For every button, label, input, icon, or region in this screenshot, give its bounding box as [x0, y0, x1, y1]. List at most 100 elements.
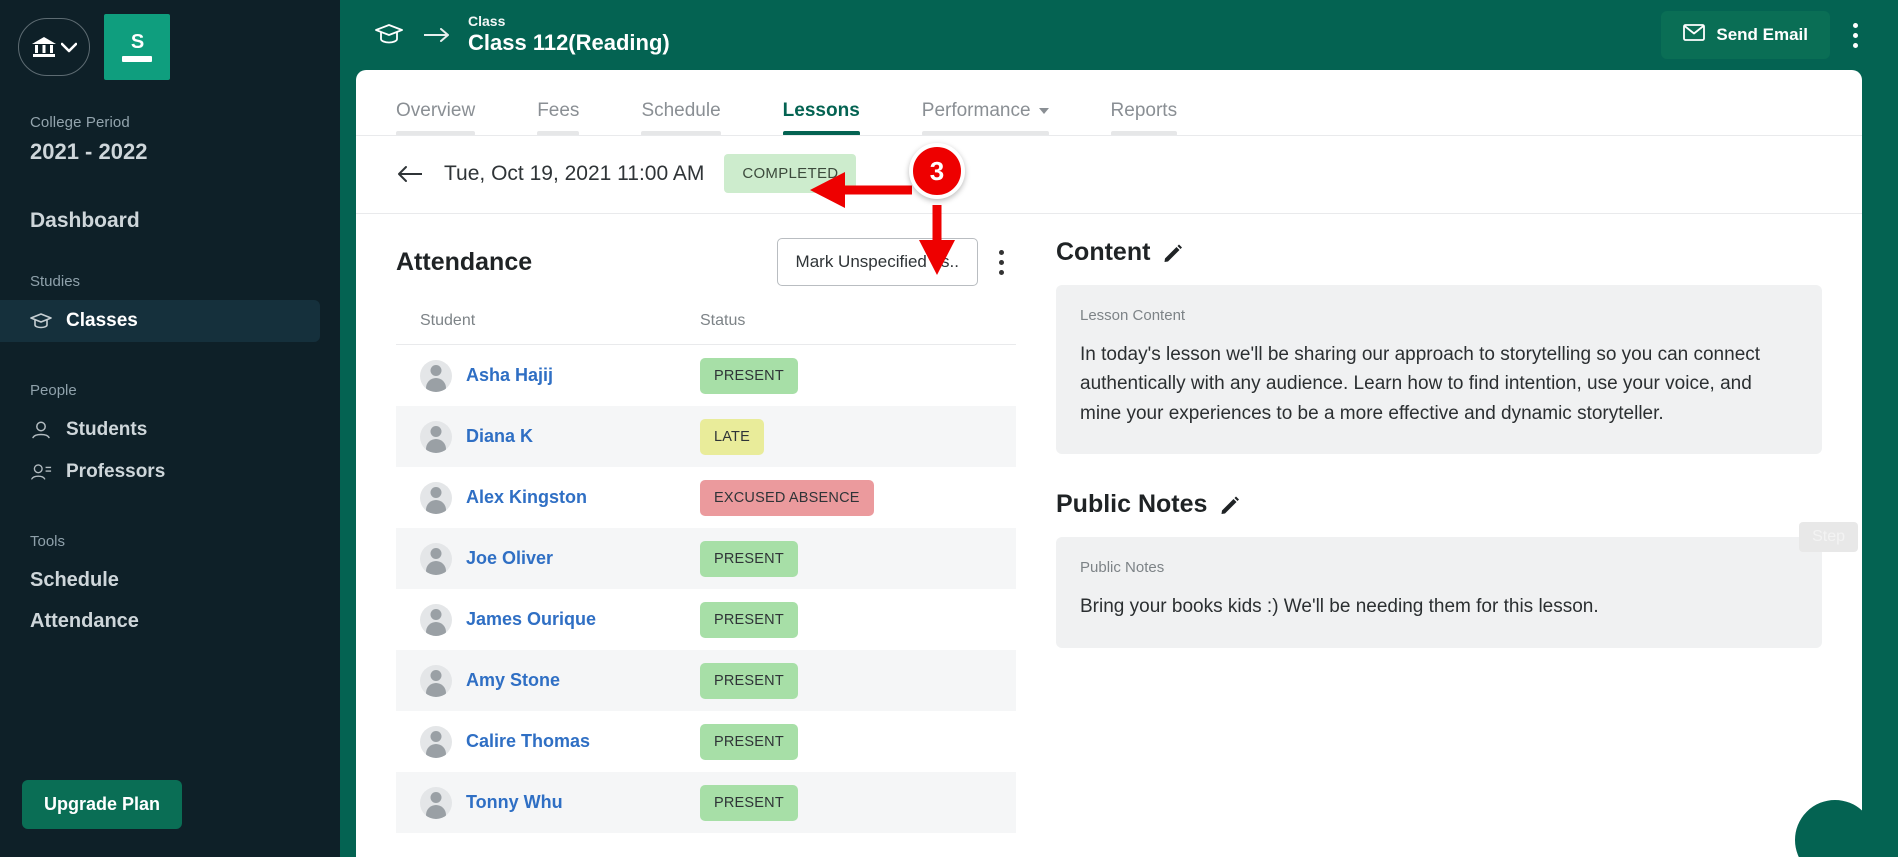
student-name-link[interactable]: Joe Oliver — [466, 548, 553, 569]
sidebar-item-label: Students — [66, 419, 148, 440]
table-row[interactable]: Diana K LATE — [396, 406, 1016, 467]
kebab-dot — [1852, 42, 1858, 48]
app-logo[interactable]: S — [104, 14, 170, 80]
sidebar-item-classes[interactable]: Classes — [0, 300, 320, 342]
table-row[interactable]: James Ourique PRESENT — [396, 589, 1016, 650]
tab-reports[interactable]: Reports — [1110, 100, 1178, 136]
public-notes-label: Public Notes — [1080, 559, 1165, 577]
header-actions: Send Email — [1661, 11, 1870, 59]
table-row[interactable]: Tonny Whu PRESENT — [396, 772, 1016, 833]
app-logo-bar — [122, 56, 152, 62]
notes-title-text: Public Notes — [1056, 490, 1208, 519]
sidebar-item-schedule[interactable]: Schedule — [0, 560, 340, 601]
status-badge[interactable]: PRESENT — [700, 723, 798, 760]
status-badge[interactable]: PRESENT — [700, 784, 798, 821]
table-row[interactable]: Asha Hajij PRESENT — [396, 345, 1016, 406]
avatar — [420, 359, 452, 392]
lesson-header-bar: Tue, Oct 19, 2021 11:00 AM COMPLETED — [356, 136, 1862, 214]
public-notes-text: Bring your books kids :) We'll be needin… — [1080, 596, 1599, 618]
sidebar-item-label: Classes — [66, 310, 138, 331]
send-email-button[interactable]: Send Email — [1661, 11, 1830, 59]
status-badge[interactable]: LATE — [700, 418, 764, 455]
status-badge[interactable]: PRESENT — [700, 540, 798, 577]
student-name-link[interactable]: Alex Kingston — [466, 487, 587, 508]
lesson-content-label: Lesson Content — [1080, 307, 1186, 324]
sidebar-group-studies: Studies — [30, 273, 81, 290]
user-icon — [30, 419, 52, 441]
sidebar-group-people: People — [30, 382, 77, 399]
student-name-link[interactable]: Tonny Whu — [466, 792, 563, 813]
envelope-icon — [1683, 24, 1706, 46]
top-header: Class Class 112(Reading) Send Email — [340, 0, 1898, 70]
college-period-value[interactable]: 2021 - 2022 — [0, 139, 340, 165]
main-shell: Class Class 112(Reading) Send Email Over… — [340, 0, 1898, 857]
attendance-title: Attendance — [396, 247, 533, 276]
table-row[interactable]: Amy Stone PRESENT — [396, 650, 1016, 711]
content-section-title: Content — [1056, 238, 1822, 267]
public-notes-box: Public Notes Bring your books kids :) We… — [1056, 537, 1822, 648]
pencil-icon[interactable] — [1162, 242, 1184, 264]
sidebar-item-attendance[interactable]: Attendance — [0, 601, 340, 642]
arrow-right-icon — [422, 26, 452, 44]
attendance-kebab-menu-icon[interactable] — [986, 242, 1016, 282]
content-title-text: Content — [1056, 238, 1151, 266]
sidebar: S College Period 2021 - 2022 Dashboard S… — [0, 0, 340, 857]
kebab-dot — [1852, 32, 1858, 38]
avatar — [420, 420, 452, 453]
tab-label: Reports — [1110, 100, 1178, 121]
student-cell: Amy Stone — [420, 664, 700, 697]
attendance-table: Student Status Asha Hajij PRESENT Diana … — [396, 302, 1016, 833]
attendance-header: Attendance Mark Unspecified as.. — [396, 238, 1016, 286]
status-badge: COMPLETED — [724, 154, 857, 193]
student-name-link[interactable]: Amy Stone — [466, 670, 560, 691]
tab-fees[interactable]: Fees — [537, 100, 580, 136]
arrow-left-icon[interactable] — [396, 165, 424, 183]
content-card: Overview Fees Schedule Lessons Performan… — [356, 70, 1862, 857]
upgrade-plan-button[interactable]: Upgrade Plan — [22, 780, 183, 829]
tab-lessons[interactable]: Lessons — [782, 100, 860, 136]
lesson-content-text: In today's lesson we'll be sharing our a… — [1080, 344, 1761, 424]
upgrade-plan-container: Upgrade Plan — [22, 780, 183, 829]
tab-label: Schedule — [641, 100, 721, 121]
sidebar-item-label: Professors — [66, 461, 166, 482]
chevron-down-icon — [61, 42, 77, 53]
kebab-menu-icon[interactable] — [1840, 15, 1870, 55]
avatar — [420, 481, 452, 514]
table-row[interactable]: Calire Thomas PRESENT — [396, 711, 1016, 772]
page-title: Class 112(Reading) — [468, 29, 670, 55]
student-cell: James Ourique — [420, 603, 700, 636]
tab-bar: Overview Fees Schedule Lessons Performan… — [356, 70, 1862, 136]
lesson-content-box: Lesson Content In today's lesson we'll b… — [1056, 285, 1822, 455]
notes-section-title: Public Notes — [1056, 490, 1822, 519]
table-row[interactable]: Alex Kingston EXCUSED ABSENCE — [396, 467, 1016, 528]
kebab-dot — [998, 249, 1004, 255]
sidebar-item-professors[interactable]: Professors — [0, 451, 320, 493]
status-badge[interactable]: PRESENT — [700, 357, 798, 394]
status-badge[interactable]: PRESENT — [700, 601, 798, 638]
sidebar-header: S — [0, 0, 340, 80]
pencil-icon[interactable] — [1219, 494, 1241, 516]
student-name-link[interactable]: Calire Thomas — [466, 731, 590, 752]
org-switcher[interactable] — [18, 18, 90, 76]
status-badge[interactable]: EXCUSED ABSENCE — [700, 479, 874, 516]
student-name-link[interactable]: James Ourique — [466, 609, 596, 630]
tab-performance[interactable]: Performance — [921, 100, 1049, 136]
student-name-link[interactable]: Asha Hajij — [466, 365, 553, 386]
attendance-pane: Attendance Mark Unspecified as.. Student… — [356, 214, 1016, 833]
tab-label: Fees — [537, 100, 580, 121]
step-chip[interactable]: Step — [1799, 522, 1858, 552]
bank-icon — [31, 35, 57, 59]
tab-schedule[interactable]: Schedule — [641, 100, 721, 136]
sidebar-item-students[interactable]: Students — [0, 409, 320, 451]
mark-unspecified-button[interactable]: Mark Unspecified as.. — [776, 238, 978, 286]
avatar — [420, 725, 452, 758]
table-row[interactable]: Joe Oliver PRESENT — [396, 528, 1016, 589]
tab-bar-divider — [356, 135, 1862, 136]
student-name-link[interactable]: Diana K — [466, 426, 533, 447]
column-header-student: Student — [420, 312, 476, 329]
status-badge[interactable]: PRESENT — [700, 662, 798, 699]
sidebar-item-dashboard[interactable]: Dashboard — [0, 209, 340, 233]
avatar — [420, 664, 452, 697]
tab-overview[interactable]: Overview — [396, 100, 476, 136]
tab-label: Lessons — [782, 100, 860, 121]
